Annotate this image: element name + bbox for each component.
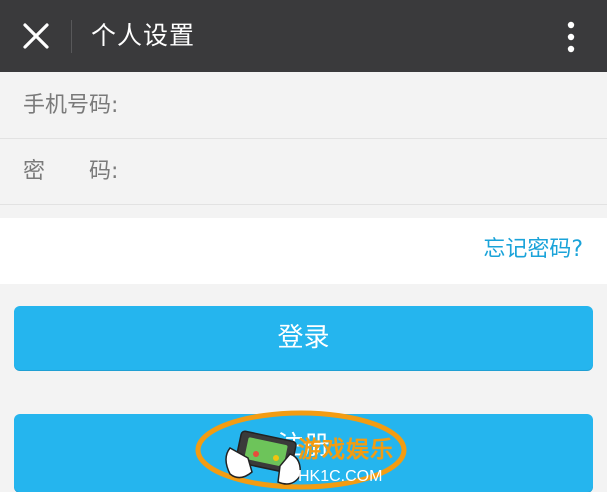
header-divider bbox=[71, 20, 72, 53]
password-label: 密 码: bbox=[23, 159, 119, 184]
close-icon[interactable] bbox=[14, 14, 58, 58]
page-title: 个人设置 bbox=[91, 21, 196, 50]
login-button[interactable]: 登录 bbox=[14, 306, 593, 370]
phone-input[interactable] bbox=[140, 82, 584, 130]
phone-label: 手机号码: bbox=[23, 93, 119, 118]
forgot-password-band: 忘记密码? bbox=[0, 218, 607, 284]
password-input[interactable] bbox=[140, 149, 584, 197]
phone-row: 手机号码: bbox=[0, 72, 607, 139]
more-vertical-icon[interactable] bbox=[556, 18, 586, 56]
login-screen: 个人设置 手机号码: 密 码: 忘记密码? 登录 注册 游戏娱乐 HK1C.CO… bbox=[0, 0, 607, 492]
forgot-password-link[interactable]: 忘记密码? bbox=[483, 235, 583, 265]
register-button[interactable]: 注册 bbox=[14, 414, 593, 492]
password-row: 密 码: bbox=[0, 139, 607, 205]
app-header: 个人设置 bbox=[0, 0, 607, 72]
